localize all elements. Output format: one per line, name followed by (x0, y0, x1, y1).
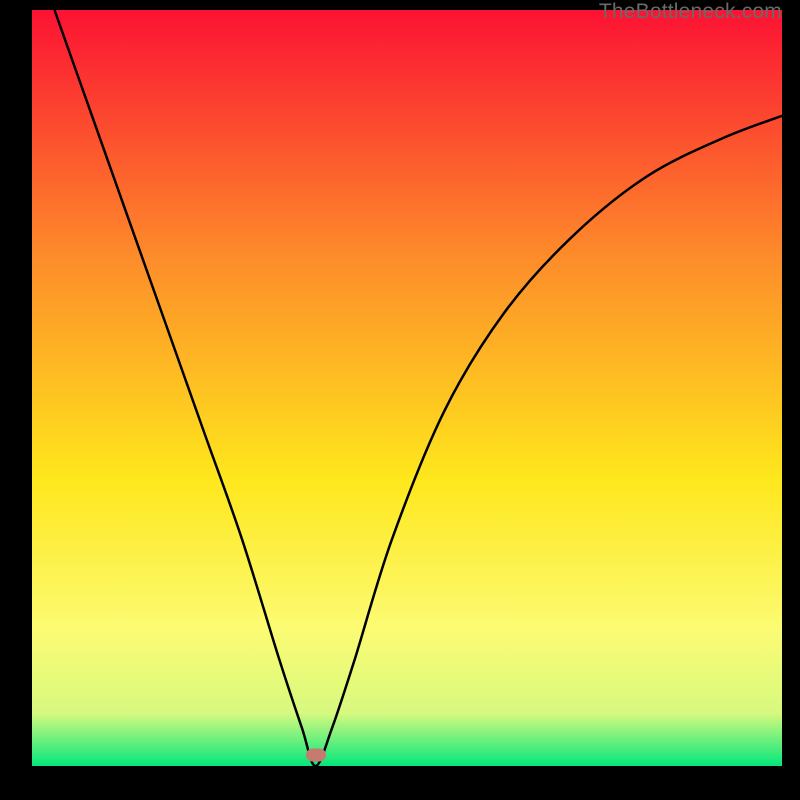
watermark-text: TheBottleneck.com (599, 0, 782, 24)
chart-canvas: TheBottleneck.com (0, 0, 800, 800)
curve-path (55, 10, 783, 766)
plot-area (32, 10, 782, 766)
optimum-marker (306, 748, 326, 761)
bottleneck-curve (32, 10, 782, 766)
